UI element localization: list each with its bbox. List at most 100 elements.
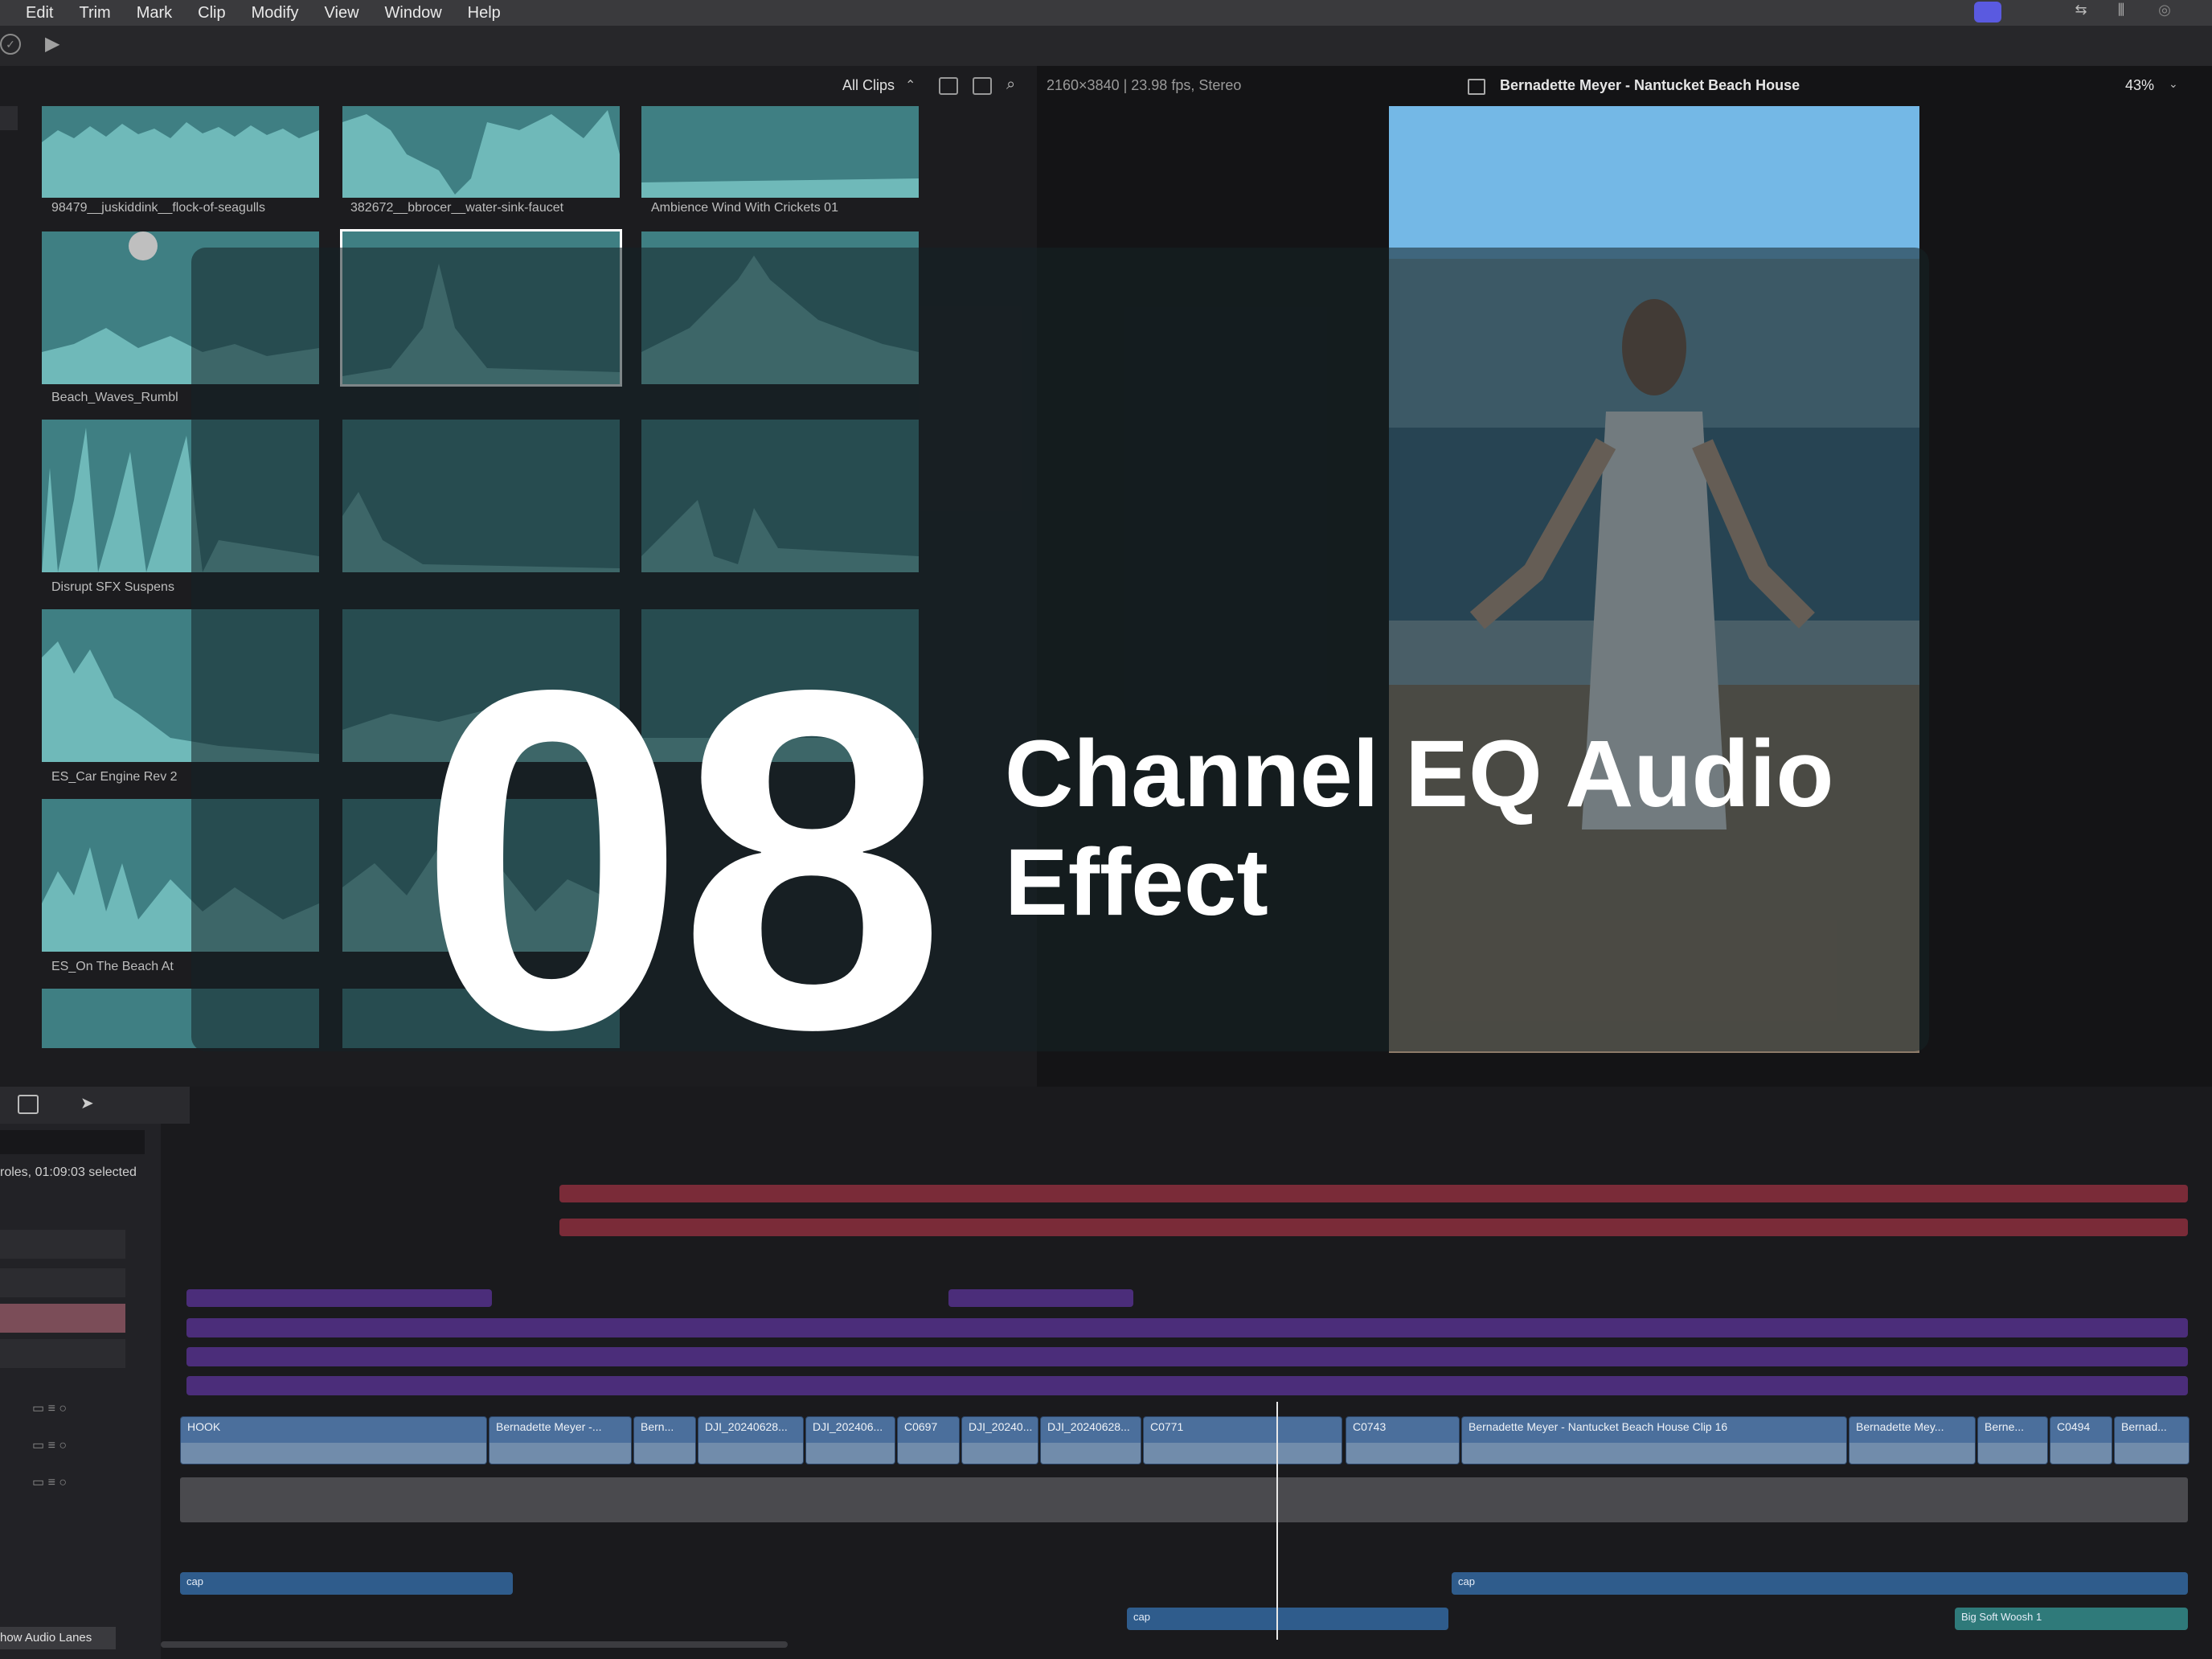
audio-clip-name: cap — [1458, 1575, 1475, 1587]
timeline-index-search[interactable] — [0, 1130, 145, 1154]
timeline-clip[interactable]: DJI_20240... — [961, 1416, 1038, 1464]
clapper-icon — [1468, 79, 1485, 95]
clip-name: C0771 — [1150, 1420, 1184, 1433]
menu-edit[interactable]: Edit — [26, 4, 53, 23]
menu-clip[interactable]: Clip — [198, 4, 225, 23]
timeline-clip[interactable]: DJI_20240628... — [1040, 1416, 1141, 1464]
overlay-title-line1: Channel EQ Audio — [1005, 721, 1834, 827]
menu-help[interactable]: Help — [468, 4, 501, 23]
project-title: Bernadette Meyer - Nantucket Beach House — [1500, 77, 1800, 93]
timeline-clip[interactable]: C0743 — [1346, 1416, 1460, 1464]
format-info: 2160×3840 | 23.98 fps, Stereo — [1047, 77, 1242, 93]
clip-filter-label[interactable]: All Clips — [842, 77, 895, 94]
lane-controls-icon[interactable]: ▭ ≡ ○ — [32, 1437, 145, 1456]
role-row[interactable] — [0, 1230, 125, 1259]
lane-controls-icon[interactable]: ▭ ≡ ○ — [32, 1400, 145, 1419]
audio-clip[interactable]: cap — [1127, 1608, 1448, 1630]
toolbar: ✓ ▶ — [0, 26, 2212, 67]
clip-name: Bern... — [641, 1420, 674, 1433]
clip-name: C0697 — [904, 1420, 938, 1433]
connected-clip-purple[interactable] — [186, 1376, 2188, 1395]
clip-label: Ambience Wind With Crickets 01 — [651, 201, 838, 215]
clip-name: Bernadette Meyer - Nantucket Beach House… — [1469, 1420, 1728, 1433]
play-icon[interactable]: ▶ — [45, 32, 59, 55]
audio-lane[interactable] — [180, 1477, 2188, 1522]
show-audio-lanes-button[interactable]: how Audio Lanes — [0, 1627, 116, 1649]
menu-mark[interactable]: Mark — [137, 4, 172, 23]
menu-bar: Edit Trim Mark Clip Modify View Window H… — [0, 0, 2212, 26]
overlay-title-line2: Effect — [1005, 830, 1268, 936]
clip-name: Berne... — [1985, 1420, 2025, 1433]
clip-name: DJI_202406... — [813, 1420, 883, 1433]
timeline-clip[interactable]: C0494 — [2050, 1416, 2112, 1464]
clip-label: ES_Car Engine Rev 2 — [51, 770, 178, 784]
search-icon[interactable]: ⌕ — [1006, 76, 1015, 94]
clip-thumbnail[interactable] — [342, 106, 620, 198]
role-row-selected[interactable] — [0, 1304, 125, 1333]
menu-modify[interactable]: Modify — [252, 4, 299, 23]
timeline-clip[interactable]: C0771 — [1143, 1416, 1342, 1464]
chevron-down-icon[interactable]: ⌄ — [2169, 77, 2178, 91]
connected-clip-red[interactable] — [559, 1219, 2188, 1236]
role-row[interactable] — [0, 1268, 125, 1297]
clip-thumbnail[interactable] — [42, 106, 319, 198]
clip-label: Disrupt SFX Suspens — [51, 580, 174, 594]
connected-clip-purple[interactable] — [186, 1318, 2188, 1337]
chevron-updown-icon[interactable]: ⌃ — [905, 77, 916, 93]
clip-appearance-icon[interactable] — [973, 77, 992, 95]
playhead[interactable] — [1276, 1402, 1278, 1640]
timeline-clip[interactable]: DJI_202406... — [805, 1416, 895, 1464]
connected-clip-purple[interactable] — [948, 1289, 1133, 1307]
screen-record-icon[interactable] — [1974, 2, 2001, 23]
clip-name: DJI_20240... — [969, 1420, 1033, 1433]
clip-name: Bernadette Mey... — [1856, 1420, 1944, 1433]
overlay-number: 08 — [418, 591, 946, 1129]
timeline-clip[interactable]: Bernadette Mey... — [1849, 1416, 1976, 1464]
timeline-clip[interactable]: Bernadette Meyer - Nantucket Beach House… — [1461, 1416, 1847, 1464]
select-tool-icon[interactable]: ➤ — [80, 1093, 94, 1113]
timeline-clip[interactable]: DJI_20240628... — [698, 1416, 804, 1464]
zoom-menu[interactable]: 43% — [2125, 77, 2154, 94]
timeline-toolbar: ➤ — [0, 1087, 190, 1124]
clip-name: DJI_20240628... — [1047, 1420, 1130, 1433]
timeline-clip[interactable]: Bernad... — [2114, 1416, 2189, 1464]
audio-clip[interactable]: Big Soft Woosh 1 — [1955, 1608, 2188, 1630]
append-clip-icon[interactable] — [18, 1095, 39, 1114]
timeline-clip[interactable]: Bern... — [633, 1416, 696, 1464]
audio-clip[interactable]: cap — [1452, 1572, 2188, 1595]
filmstrip-icon[interactable] — [939, 77, 958, 95]
clip-label: ES_On The Beach At — [51, 960, 174, 973]
audio-clip-name: cap — [1133, 1611, 1150, 1623]
control-center-icon[interactable]: ⇆ — [2067, 2, 2095, 23]
timeline-clip[interactable]: Berne... — [1977, 1416, 2048, 1464]
audio-clip[interactable]: cap — [180, 1572, 513, 1595]
audio-meter-icon[interactable]: ⫼ — [2108, 2, 2135, 23]
browser-header: All Clips ⌃ ⌕ — [0, 74, 1037, 100]
menu-view[interactable]: View — [325, 4, 359, 23]
connected-clip-red[interactable] — [559, 1185, 2188, 1202]
clip-name: C0494 — [2057, 1420, 2091, 1433]
role-row[interactable] — [0, 1339, 125, 1368]
menu-window[interactable]: Window — [385, 4, 442, 23]
timeline-clip[interactable]: C0697 — [897, 1416, 960, 1464]
status-icon[interactable]: ◎ — [2151, 2, 2178, 23]
clip-name: C0743 — [1353, 1420, 1387, 1433]
menu-trim[interactable]: Trim — [79, 4, 110, 23]
connected-clip-purple[interactable] — [186, 1347, 2188, 1366]
lane-controls-icon[interactable]: ▭ ≡ ○ — [32, 1474, 145, 1493]
audio-clip-name: cap — [186, 1575, 203, 1587]
skimmer-handle[interactable] — [129, 231, 158, 260]
audio-clip-name: Big Soft Woosh 1 — [1961, 1611, 2042, 1623]
timeline-clip[interactable]: HOOK — [180, 1416, 487, 1464]
checkmark-icon[interactable]: ✓ — [0, 34, 21, 55]
clip-name: Bernad... — [2121, 1420, 2167, 1433]
clip-name: HOOK — [187, 1420, 221, 1433]
clip-name: Bernadette Meyer -... — [496, 1420, 602, 1433]
clip-thumbnail[interactable] — [641, 106, 919, 198]
clip-label: 98479__juskiddink__flock-of-seagulls — [51, 201, 265, 215]
timeline-scrollbar[interactable] — [161, 1641, 788, 1648]
sidebar-toggle[interactable] — [0, 106, 18, 130]
clip-label: Beach_Waves_Rumbl — [51, 391, 178, 404]
connected-clip-purple[interactable] — [186, 1289, 492, 1307]
timeline-clip[interactable]: Bernadette Meyer -... — [489, 1416, 632, 1464]
